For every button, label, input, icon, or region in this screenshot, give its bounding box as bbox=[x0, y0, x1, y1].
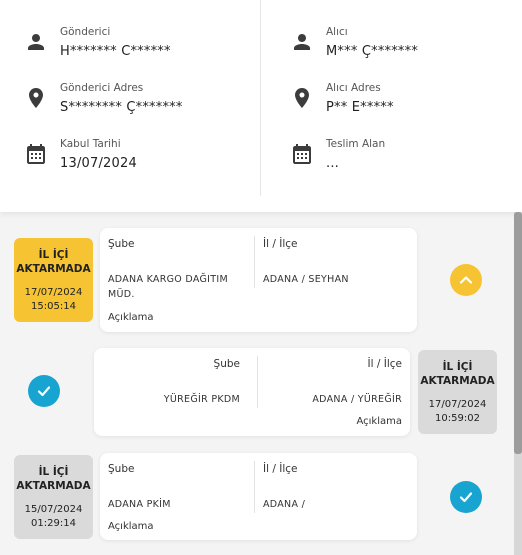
movement-card: Şube ADANA KARGO DAĞITIM MÜD. İl / İlçe … bbox=[100, 228, 417, 332]
scrollbar-thumb[interactable] bbox=[514, 212, 522, 454]
accept-date-value: 13/07/2024 bbox=[60, 156, 137, 171]
status-line2: AKTARMADA bbox=[420, 375, 495, 387]
sender-address-value: S******** Ç******* bbox=[60, 100, 183, 115]
card-divider bbox=[257, 356, 258, 408]
card-divider bbox=[254, 461, 255, 513]
location-pin-icon bbox=[24, 86, 48, 110]
shipment-info-card: Gönderici H******* C****** Gönderici Adr… bbox=[0, 0, 522, 212]
sender-address-label: Gönderici Adres bbox=[60, 82, 144, 94]
branch-value-line2: MÜD. bbox=[108, 289, 135, 300]
check-icon bbox=[459, 492, 473, 503]
status-date: 17/07/2024 bbox=[24, 287, 83, 298]
receiver-address-label: Alıcı Adres bbox=[326, 82, 381, 94]
check-icon bbox=[37, 386, 51, 397]
column-divider bbox=[260, 0, 261, 196]
delivered-to-value: ... bbox=[326, 156, 339, 171]
branch-label: Şube bbox=[108, 463, 135, 475]
collapse-button[interactable] bbox=[450, 264, 482, 296]
district-value: ADANA / YÜREĞİR bbox=[312, 394, 402, 405]
branch-value-line1: YÜREĞİR PKDM bbox=[163, 394, 240, 405]
status-date: 17/07/2024 bbox=[428, 399, 487, 410]
status-time: 15:05:14 bbox=[31, 301, 76, 312]
calendar-icon bbox=[290, 142, 314, 166]
receiver-label: Alıcı bbox=[326, 26, 348, 38]
receiver-value: M*** Ç******* bbox=[326, 44, 419, 59]
district-value: ADANA / bbox=[263, 499, 306, 510]
status-line1: İL İÇİ bbox=[38, 466, 69, 478]
person-icon bbox=[290, 30, 314, 54]
accept-date-label: Kabul Tarihi bbox=[60, 138, 121, 150]
branch-label: Şube bbox=[213, 358, 240, 370]
status-date: 15/07/2024 bbox=[24, 504, 83, 515]
status-time: 01:29:14 bbox=[31, 518, 76, 529]
person-icon bbox=[24, 30, 48, 54]
branch-label: Şube bbox=[108, 238, 135, 250]
sender-value: H******* C****** bbox=[60, 44, 171, 59]
location-pin-icon bbox=[290, 86, 314, 110]
status-line2: AKTARMADA bbox=[16, 263, 91, 275]
chevron-up-icon bbox=[459, 276, 473, 284]
completed-marker bbox=[28, 375, 60, 407]
description-label: Açıklama bbox=[108, 312, 154, 323]
branch-value-line1: ADANA PKİM bbox=[108, 499, 171, 510]
sender-label: Gönderici bbox=[60, 26, 111, 38]
status-line1: İL İÇİ bbox=[442, 361, 473, 373]
card-divider bbox=[254, 236, 255, 288]
status-badge: İL İÇİ AKTARMADA 17/07/2024 15:05:14 bbox=[14, 238, 93, 322]
receiver-address-value: P** E***** bbox=[326, 100, 394, 115]
movement-card: Şube YÜREĞİR PKDM İl / İlçe ADANA / YÜRE… bbox=[94, 348, 410, 436]
status-time: 10:59:02 bbox=[435, 413, 480, 424]
completed-marker bbox=[450, 481, 482, 513]
status-badge: İL İÇİ AKTARMADA 15/07/2024 01:29:14 bbox=[14, 455, 93, 539]
calendar-icon bbox=[24, 142, 48, 166]
status-badge: İL İÇİ AKTARMADA 17/07/2024 10:59:02 bbox=[418, 350, 497, 434]
status-line2: AKTARMADA bbox=[16, 480, 91, 492]
status-line1: İL İÇİ bbox=[38, 249, 69, 261]
branch-value-line1: ADANA KARGO DAĞITIM bbox=[108, 274, 228, 285]
district-value: ADANA / SEYHAN bbox=[263, 274, 349, 285]
movement-card: Şube ADANA PKİM İl / İlçe ADANA / Açıkla… bbox=[100, 453, 417, 540]
district-label: İl / İlçe bbox=[263, 463, 298, 475]
description-label: Açıklama bbox=[108, 521, 154, 532]
district-label: İl / İlçe bbox=[263, 238, 298, 250]
delivered-to-label: Teslim Alan bbox=[326, 138, 386, 150]
district-label: İl / İlçe bbox=[367, 358, 402, 370]
description-label: Açıklama bbox=[356, 416, 402, 427]
